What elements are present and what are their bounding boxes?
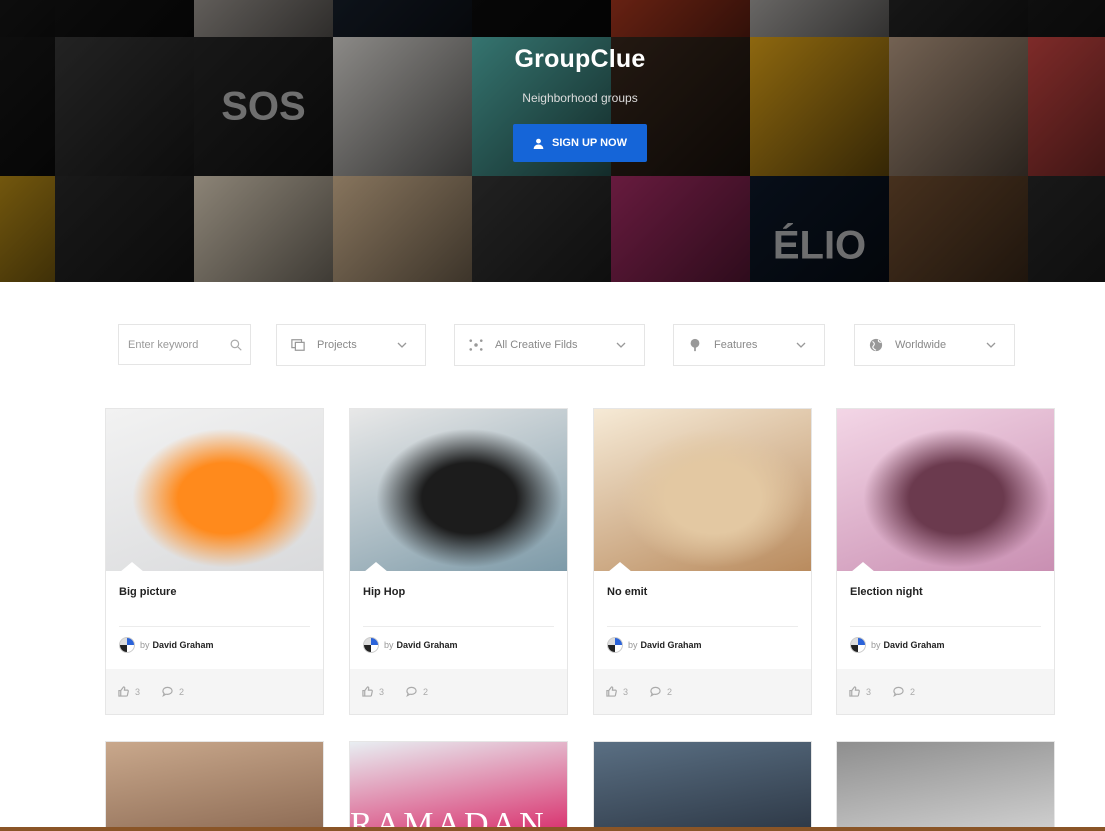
search-field[interactable]: Enter keyword bbox=[118, 324, 251, 365]
project-card[interactable]: Hip Hop by David Graham 3 2 bbox=[349, 408, 568, 715]
like-button[interactable]: 3 bbox=[362, 686, 384, 697]
avatar bbox=[607, 637, 623, 653]
project-thumbnail[interactable] bbox=[106, 409, 323, 571]
user-icon bbox=[533, 138, 544, 149]
by-label: by bbox=[628, 640, 638, 650]
project-thumbnail[interactable] bbox=[594, 409, 811, 571]
site-subtitle: Neighborhood groups bbox=[522, 91, 638, 105]
hero-banner: UP TECHNOLOGYSOSÉLIO GroupClue Neighborh… bbox=[0, 0, 1105, 282]
project-title[interactable]: Big picture bbox=[119, 586, 176, 598]
card-divider bbox=[363, 626, 554, 627]
like-count: 3 bbox=[623, 686, 629, 697]
project-title[interactable]: Election night bbox=[850, 586, 923, 598]
thumbs-up-icon bbox=[606, 686, 617, 697]
projects-dropdown[interactable]: Projects bbox=[276, 324, 426, 366]
author-name[interactable]: David Graham bbox=[641, 640, 702, 650]
site-title: GroupClue bbox=[514, 45, 646, 73]
comment-icon bbox=[893, 686, 904, 697]
chevron-down-icon bbox=[986, 342, 996, 348]
card-divider bbox=[119, 626, 310, 627]
filter-bar: Enter keyword Projects All Creative Fild… bbox=[0, 324, 1105, 366]
like-count: 3 bbox=[135, 686, 141, 697]
project-card[interactable] bbox=[105, 741, 324, 831]
avatar bbox=[363, 637, 379, 653]
bottom-accent-bar bbox=[0, 827, 1105, 831]
features-dropdown[interactable]: Features bbox=[673, 324, 825, 366]
tree-icon bbox=[690, 338, 700, 352]
card-footer: 3 2 bbox=[350, 669, 567, 714]
card-divider bbox=[607, 626, 798, 627]
project-thumbnail[interactable] bbox=[837, 409, 1054, 571]
chevron-down-icon bbox=[616, 342, 626, 348]
project-card[interactable]: No emit by David Graham 3 2 bbox=[593, 408, 812, 715]
like-button[interactable]: 3 bbox=[606, 686, 628, 697]
author-name[interactable]: David Graham bbox=[153, 640, 214, 650]
by-label: by bbox=[871, 640, 881, 650]
project-author[interactable]: by David Graham bbox=[119, 637, 214, 653]
globe-icon bbox=[869, 338, 883, 352]
card-footer: 3 2 bbox=[837, 669, 1054, 714]
card-footer: 3 2 bbox=[106, 669, 323, 714]
comment-icon bbox=[650, 686, 661, 697]
projects-icon bbox=[291, 339, 305, 351]
fields-label: All Creative Filds bbox=[495, 339, 578, 351]
project-author[interactable]: by David Graham bbox=[363, 637, 458, 653]
comment-icon bbox=[406, 686, 417, 697]
fields-dropdown[interactable]: All Creative Filds bbox=[454, 324, 645, 366]
comment-icon bbox=[162, 686, 173, 697]
comment-count: 2 bbox=[667, 686, 673, 697]
project-card[interactable]: Election night by David Graham 3 2 bbox=[836, 408, 1055, 715]
project-author[interactable]: by David Graham bbox=[607, 637, 702, 653]
region-label: Worldwide bbox=[895, 339, 947, 351]
thumbs-up-icon bbox=[118, 686, 129, 697]
project-thumbnail[interactable] bbox=[350, 409, 567, 571]
chevron-down-icon bbox=[397, 342, 407, 348]
like-count: 3 bbox=[379, 686, 385, 697]
projects-label: Projects bbox=[317, 339, 357, 351]
project-title[interactable]: No emit bbox=[607, 586, 647, 598]
project-author[interactable]: by David Graham bbox=[850, 637, 945, 653]
chevron-down-icon bbox=[796, 342, 806, 348]
like-button[interactable]: 3 bbox=[849, 686, 871, 697]
card-divider bbox=[850, 626, 1041, 627]
avatar bbox=[850, 637, 866, 653]
region-dropdown[interactable]: Worldwide bbox=[854, 324, 1015, 366]
comment-count: 2 bbox=[423, 686, 429, 697]
like-count: 3 bbox=[866, 686, 872, 697]
author-name[interactable]: David Graham bbox=[884, 640, 945, 650]
signup-button[interactable]: SIGN UP NOW bbox=[513, 124, 647, 162]
project-card[interactable] bbox=[836, 741, 1055, 831]
comment-count: 2 bbox=[179, 686, 185, 697]
hero-content: GroupClue Neighborhood groups SIGN UP NO… bbox=[0, 45, 1105, 162]
comment-button[interactable]: 2 bbox=[162, 686, 184, 697]
features-label: Features bbox=[714, 339, 758, 351]
avatar bbox=[119, 637, 135, 653]
search-icon[interactable] bbox=[230, 339, 242, 351]
by-label: by bbox=[140, 640, 150, 650]
signup-label: SIGN UP NOW bbox=[552, 137, 627, 149]
by-label: by bbox=[384, 640, 394, 650]
like-button[interactable]: 3 bbox=[118, 686, 140, 697]
project-card[interactable]: RAMADAN bbox=[349, 741, 568, 831]
card-footer: 3 2 bbox=[594, 669, 811, 714]
comment-count: 2 bbox=[910, 686, 916, 697]
comment-button[interactable]: 2 bbox=[650, 686, 672, 697]
thumbs-up-icon bbox=[362, 686, 373, 697]
search-input[interactable]: Enter keyword bbox=[128, 339, 230, 351]
nodes-icon bbox=[469, 339, 483, 351]
thumbs-up-icon bbox=[849, 686, 860, 697]
project-title[interactable]: Hip Hop bbox=[363, 586, 405, 598]
author-name[interactable]: David Graham bbox=[397, 640, 458, 650]
project-card[interactable] bbox=[593, 741, 812, 831]
comment-button[interactable]: 2 bbox=[406, 686, 428, 697]
comment-button[interactable]: 2 bbox=[893, 686, 915, 697]
project-card[interactable]: Big picture by David Graham 3 2 bbox=[105, 408, 324, 715]
